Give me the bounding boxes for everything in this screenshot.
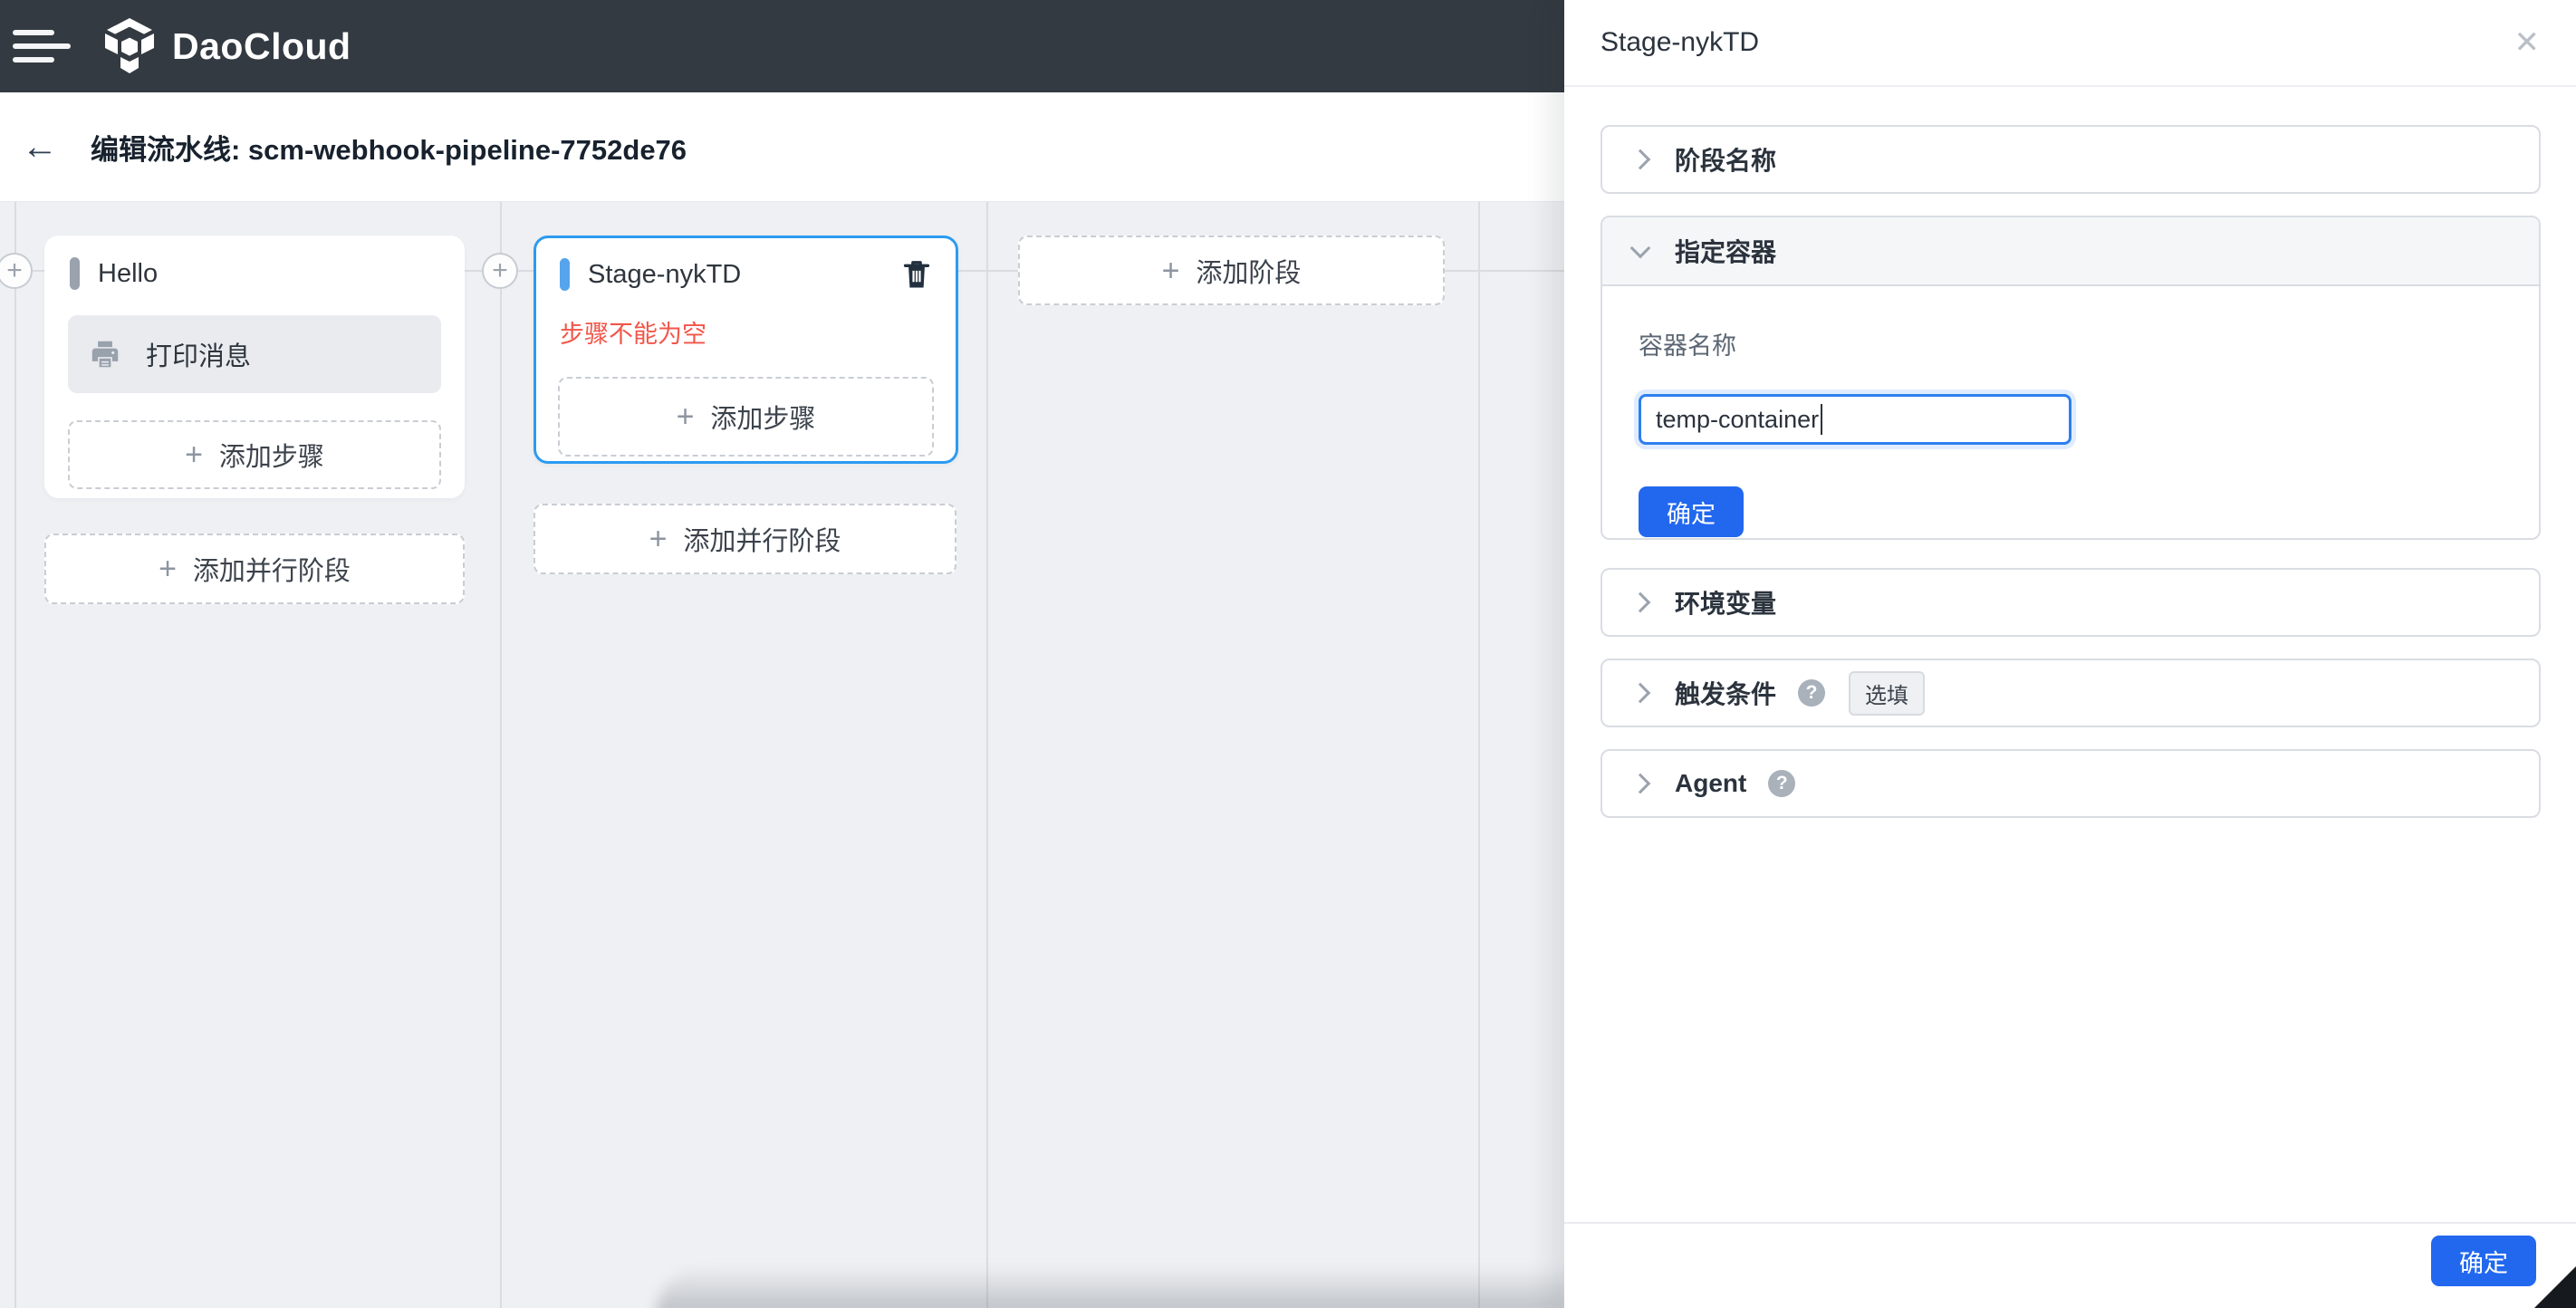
connector-line (956, 270, 1020, 272)
stage-error-text: 步骤不能为空 (560, 321, 706, 348)
stage-name: Stage-nykTD (588, 259, 742, 289)
container-confirm-button[interactable]: 确定 (1639, 486, 1744, 537)
section-container-body: 容器名称 temp-container 确定 (1602, 286, 2539, 538)
menu-icon[interactable] (13, 14, 76, 78)
stage-header: Hello (46, 237, 463, 290)
column-divider (986, 202, 988, 1308)
add-parallel-stage-button[interactable]: + 添加并行阶段 (44, 534, 465, 604)
add-stage-button[interactable]: + 添加阶段 (1018, 236, 1445, 305)
help-icon[interactable]: ? (1798, 679, 1826, 707)
section-stage-name-toggle[interactable]: 阶段名称 (1602, 127, 2539, 192)
step-item-print-message[interactable]: 打印消息 (68, 315, 441, 393)
page-title: 编辑流水线: scm-webhook-pipeline-7752de76 (91, 133, 687, 166)
delete-stage-button[interactable] (901, 258, 932, 291)
chevron-right-icon (1629, 682, 1651, 704)
close-icon[interactable]: ✕ (2514, 27, 2541, 58)
plus-icon: + (159, 552, 177, 586)
stage-config-drawer: Stage-nykTD ✕ 阶段名称 指定容器 容器名称 temp-contai… (1564, 0, 2576, 1308)
plus-icon: + (676, 399, 695, 434)
printer-icon (88, 337, 122, 371)
add-step-button[interactable]: + 添加步骤 (68, 420, 441, 489)
help-icon[interactable]: ? (1768, 770, 1796, 797)
brand-name: DaoCloud (172, 24, 351, 67)
text-cursor (1821, 404, 1823, 435)
drawer-header: Stage-nykTD ✕ (1564, 0, 2576, 87)
drawer-title: Stage-nykTD (1600, 27, 1760, 57)
stage-card-hello[interactable]: Hello 打印消息 + 添加步骤 (44, 236, 465, 498)
insert-stage-plus-icon[interactable]: + (0, 253, 33, 289)
section-container: 指定容器 容器名称 temp-container 确定 (1600, 216, 2541, 540)
plus-icon: + (1161, 253, 1180, 288)
column-divider (1478, 202, 1480, 1308)
drawer-footer-divider (1564, 1222, 2576, 1224)
section-trigger-condition: 触发条件 ? 选填 (1600, 659, 2541, 727)
step-label: 打印消息 (146, 342, 252, 371)
plus-icon: + (649, 522, 668, 556)
section-env-vars: 环境变量 (1600, 568, 2541, 637)
brand-logo[interactable]: DaoCloud (101, 16, 351, 76)
chevron-right-icon (1629, 591, 1651, 613)
container-name-label: 容器名称 (1639, 332, 1736, 360)
chevron-right-icon (1629, 149, 1651, 170)
stage-card-stage-nyktd[interactable]: Stage-nykTD 步骤不能为空 + 添加步骤 (533, 236, 958, 464)
section-agent-toggle[interactable]: Agent ? (1602, 751, 2539, 816)
section-trigger-condition-toggle[interactable]: 触发条件 ? 选填 (1602, 660, 2539, 726)
chevron-right-icon (1629, 773, 1651, 794)
plus-icon: + (185, 438, 203, 472)
daocloud-cube-icon (101, 16, 158, 76)
back-arrow-icon[interactable]: ← (22, 129, 58, 165)
canvas-bottom-shadow (656, 1266, 1571, 1308)
drawer-confirm-button[interactable]: 确定 (2431, 1236, 2536, 1286)
stage-header: Stage-nykTD (536, 238, 956, 291)
stage-marker (560, 258, 570, 291)
add-step-button[interactable]: + 添加步骤 (558, 377, 934, 457)
add-parallel-stage-button[interactable]: + 添加并行阶段 (533, 504, 956, 574)
section-agent: Agent ? (1600, 749, 2541, 818)
resize-corner-grip[interactable] (2534, 1266, 2576, 1308)
optional-badge: 选填 (1849, 670, 1926, 716)
stage-marker (70, 257, 80, 290)
chevron-down-icon (1629, 237, 1651, 259)
column-divider (14, 202, 16, 1308)
insert-stage-plus-icon[interactable]: + (482, 253, 518, 289)
pipeline-editor: DaoCloud ← 编辑流水线: scm-webhook-pipeline-7… (0, 0, 2576, 1308)
container-name-input[interactable]: temp-container (1639, 394, 2071, 445)
column-divider (500, 202, 502, 1308)
section-stage-name: 阶段名称 (1600, 125, 2541, 194)
connector-line (1445, 270, 1564, 272)
section-container-toggle[interactable]: 指定容器 (1602, 217, 2539, 286)
section-env-vars-toggle[interactable]: 环境变量 (1602, 570, 2539, 635)
stage-name: Hello (98, 258, 159, 288)
